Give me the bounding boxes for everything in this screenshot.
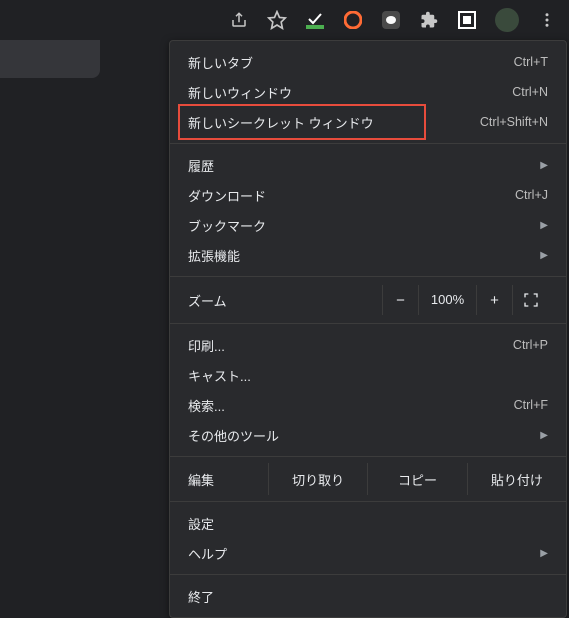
share-icon[interactable] — [229, 10, 249, 30]
zoom-in-button[interactable]: + — [476, 285, 512, 315]
submenu-arrow-icon: ▶ — [540, 250, 548, 261]
browser-toolbar — [0, 0, 569, 40]
menu-label: ブックマーク — [188, 216, 532, 235]
menu-label: その他のツール — [188, 426, 532, 445]
menu-item-new-window[interactable]: 新しいウィンドウ Ctrl+N — [170, 77, 566, 107]
zoom-value: 100% — [418, 285, 476, 315]
menu-label: 印刷... — [188, 336, 513, 355]
submenu-arrow-icon: ▶ — [540, 548, 548, 559]
menu-label: 新しいタブ — [188, 53, 514, 72]
menu-separator — [170, 143, 566, 144]
menu-shortcut: Ctrl+Shift+N — [480, 115, 548, 129]
menu-item-exit[interactable]: 終了 — [170, 581, 566, 611]
submenu-arrow-icon: ▶ — [540, 160, 548, 171]
menu-label: 検索... — [188, 396, 514, 415]
chrome-main-menu: 新しいタブ Ctrl+T 新しいウィンドウ Ctrl+N 新しいシークレット ウ… — [169, 40, 567, 618]
profile-avatar[interactable] — [495, 8, 519, 32]
menu-shortcut: Ctrl+N — [512, 85, 548, 99]
extension-orange-icon[interactable] — [343, 10, 363, 30]
menu-item-more-tools[interactable]: その他のツール ▶ — [170, 420, 566, 450]
menu-separator — [170, 574, 566, 575]
extensions-puzzle-icon[interactable] — [419, 10, 439, 30]
menu-shortcut: Ctrl+J — [515, 188, 548, 202]
menu-separator — [170, 323, 566, 324]
menu-item-downloads[interactable]: ダウンロード Ctrl+J — [170, 180, 566, 210]
menu-shortcut: Ctrl+P — [513, 338, 548, 352]
zoom-controls: − 100% + — [382, 285, 548, 315]
edit-copy-button[interactable]: コピー — [367, 463, 466, 495]
menu-label: 履歴 — [188, 156, 532, 175]
menu-item-help[interactable]: ヘルプ ▶ — [170, 538, 566, 568]
menu-separator — [170, 276, 566, 277]
menu-label: ヘルプ — [188, 544, 532, 563]
menu-item-find[interactable]: 検索... Ctrl+F — [170, 390, 566, 420]
submenu-arrow-icon: ▶ — [540, 430, 548, 441]
extension-square-icon[interactable] — [457, 10, 477, 30]
menu-label: キャスト... — [188, 366, 548, 385]
star-icon[interactable] — [267, 10, 287, 30]
extension-line-icon[interactable] — [381, 10, 401, 30]
menu-item-edit: 編集 切り取り コピー 貼り付け — [170, 463, 566, 495]
edit-paste-button[interactable]: 貼り付け — [467, 463, 566, 495]
menu-separator — [170, 501, 566, 502]
menu-separator — [170, 456, 566, 457]
extension-checkmark-icon[interactable] — [305, 10, 325, 30]
tab-strip-edge — [0, 40, 100, 78]
menu-item-zoom: ズーム − 100% + — [170, 283, 566, 317]
menu-item-settings[interactable]: 設定 — [170, 508, 566, 538]
submenu-arrow-icon: ▶ — [540, 220, 548, 231]
menu-item-print[interactable]: 印刷... Ctrl+P — [170, 330, 566, 360]
menu-shortcut: Ctrl+T — [514, 55, 548, 69]
menu-item-history[interactable]: 履歴 ▶ — [170, 150, 566, 180]
fullscreen-button[interactable] — [512, 285, 548, 315]
edit-cut-button[interactable]: 切り取り — [268, 463, 367, 495]
menu-label: 終了 — [188, 587, 548, 606]
zoom-out-button[interactable]: − — [382, 285, 418, 315]
menu-label: 新しいウィンドウ — [188, 83, 512, 102]
menu-shortcut: Ctrl+F — [514, 398, 548, 412]
menu-label: 拡張機能 — [188, 246, 532, 265]
kebab-menu-icon[interactable] — [537, 10, 557, 30]
menu-label: ズーム — [188, 291, 382, 310]
menu-item-extensions[interactable]: 拡張機能 ▶ — [170, 240, 566, 270]
menu-label: 設定 — [188, 514, 548, 533]
menu-item-new-tab[interactable]: 新しいタブ Ctrl+T — [170, 47, 566, 77]
menu-label: ダウンロード — [188, 186, 515, 205]
menu-item-incognito[interactable]: 新しいシークレット ウィンドウ Ctrl+Shift+N — [170, 107, 566, 137]
menu-label: 編集 — [188, 470, 268, 489]
menu-item-cast[interactable]: キャスト... — [170, 360, 566, 390]
menu-label: 新しいシークレット ウィンドウ — [188, 113, 480, 132]
menu-item-bookmarks[interactable]: ブックマーク ▶ — [170, 210, 566, 240]
